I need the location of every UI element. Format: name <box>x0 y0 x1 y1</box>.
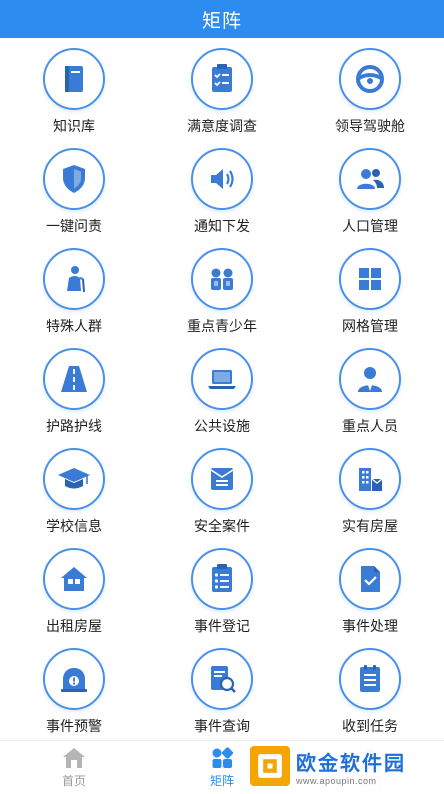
grid-item-label: 学校信息 <box>46 518 102 534</box>
grid-item-leader-cockpit[interactable]: 领导驾驶舱 <box>296 48 444 148</box>
grid-item-school-info[interactable]: 学校信息 <box>0 448 148 548</box>
clipboard-check-icon <box>212 64 232 92</box>
grid-item-rental-housing[interactable]: 出租房屋 <box>0 548 148 648</box>
person-tie-icon <box>358 367 382 392</box>
task-list-icon <box>360 665 380 692</box>
tab-home[interactable]: 首页 <box>0 741 148 794</box>
grid-item-satisfaction-survey[interactable]: 满意度调查 <box>148 48 296 148</box>
apps-icon <box>212 747 234 768</box>
grid-item-event-warning[interactable]: 事件预警 <box>0 648 148 748</box>
grid-item-special-groups[interactable]: 特殊人群 <box>0 248 148 348</box>
grid-item-label: 收到任务 <box>342 718 398 734</box>
grid-item-road-protection[interactable]: 护路护线 <box>0 348 148 448</box>
grid-item-label: 事件登记 <box>194 618 250 634</box>
speaker-icon <box>211 169 234 189</box>
grid-item-actual-housing[interactable]: 实有房屋 <box>296 448 444 548</box>
graduation-cap-icon <box>58 468 90 489</box>
grid-item-label: 实有房屋 <box>342 518 398 534</box>
grid-item-label: 网格管理 <box>342 318 398 334</box>
grid-item-label: 出租房屋 <box>46 618 102 634</box>
watermark-logo-icon <box>250 746 290 786</box>
grid-item-label: 安全案件 <box>194 518 250 534</box>
grid-item-label: 公共设施 <box>194 418 250 434</box>
people-icon <box>357 169 384 189</box>
watermark-url: www.apoupin.com <box>296 775 377 786</box>
grid-item-grid-management[interactable]: 网格管理 <box>296 248 444 348</box>
grid-item-label: 人口管理 <box>342 218 398 234</box>
grid-item-notice-dispatch[interactable]: 通知下发 <box>148 148 296 248</box>
document-icon <box>210 468 234 490</box>
page-title: 矩阵 <box>201 10 242 32</box>
grid-item-accountability[interactable]: 一键问责 <box>0 148 148 248</box>
grid-item-label: 通知下发 <box>194 218 250 234</box>
road-icon <box>61 366 87 392</box>
grid-item-label: 领导驾驶舱 <box>335 118 405 134</box>
tab-label: 矩阵 <box>209 774 234 788</box>
alarm-bell-icon <box>61 668 87 692</box>
person-cane-icon <box>67 266 85 293</box>
grid-item-label: 特殊人群 <box>46 318 102 334</box>
laptop-icon <box>208 370 236 389</box>
home-icon <box>63 748 85 768</box>
grid-item-label: 重点青少年 <box>187 318 257 334</box>
grid-item-label: 事件处理 <box>342 618 398 634</box>
grid-item-safety-cases[interactable]: 安全案件 <box>148 448 296 548</box>
grid-icon <box>359 268 381 290</box>
grid-item-label: 一键问责 <box>46 218 102 234</box>
grid-item-label: 重点人员 <box>342 418 398 434</box>
function-grid: 知识库 满意度调查 领导驾驶舱 一键问责 通知下发 人口管理 特殊人群 重点青少… <box>0 48 444 748</box>
search-document-icon <box>211 666 236 693</box>
watermark: 欧金软件园 www.apoupin.com <box>246 742 440 790</box>
house-icon <box>61 567 87 591</box>
grid-item-key-personnel[interactable]: 重点人员 <box>296 348 444 448</box>
grid-item-event-handling[interactable]: 事件处理 <box>296 548 444 648</box>
grid-item-label: 知识库 <box>53 118 95 134</box>
grid-item-population-management[interactable]: 人口管理 <box>296 148 444 248</box>
shield-icon <box>63 165 85 193</box>
watermark-text: 欧金软件园 <box>296 752 406 775</box>
grid-item-event-registration[interactable]: 事件登记 <box>148 548 296 648</box>
clipboard-list-icon <box>212 564 232 592</box>
grid-item-event-query[interactable]: 事件查询 <box>148 648 296 748</box>
grid-item-key-youth[interactable]: 重点青少年 <box>148 248 296 348</box>
grid-item-received-tasks[interactable]: 收到任务 <box>296 648 444 748</box>
file-check-icon <box>361 566 380 592</box>
grid-item-label: 满意度调查 <box>187 118 257 134</box>
tab-label: 首页 <box>61 774 86 788</box>
app-header: 矩阵 <box>0 0 444 38</box>
grid-item-knowledge-base[interactable]: 知识库 <box>0 48 148 148</box>
grid-item-public-facilities[interactable]: 公共设施 <box>148 348 296 448</box>
grid-item-label: 事件预警 <box>46 718 102 734</box>
building-icon <box>359 468 383 491</box>
grid-item-label: 护路护线 <box>46 418 102 434</box>
steering-wheel-icon <box>356 65 384 93</box>
book-icon <box>65 66 83 92</box>
children-icon <box>211 268 233 290</box>
grid-item-label: 事件查询 <box>194 718 250 734</box>
